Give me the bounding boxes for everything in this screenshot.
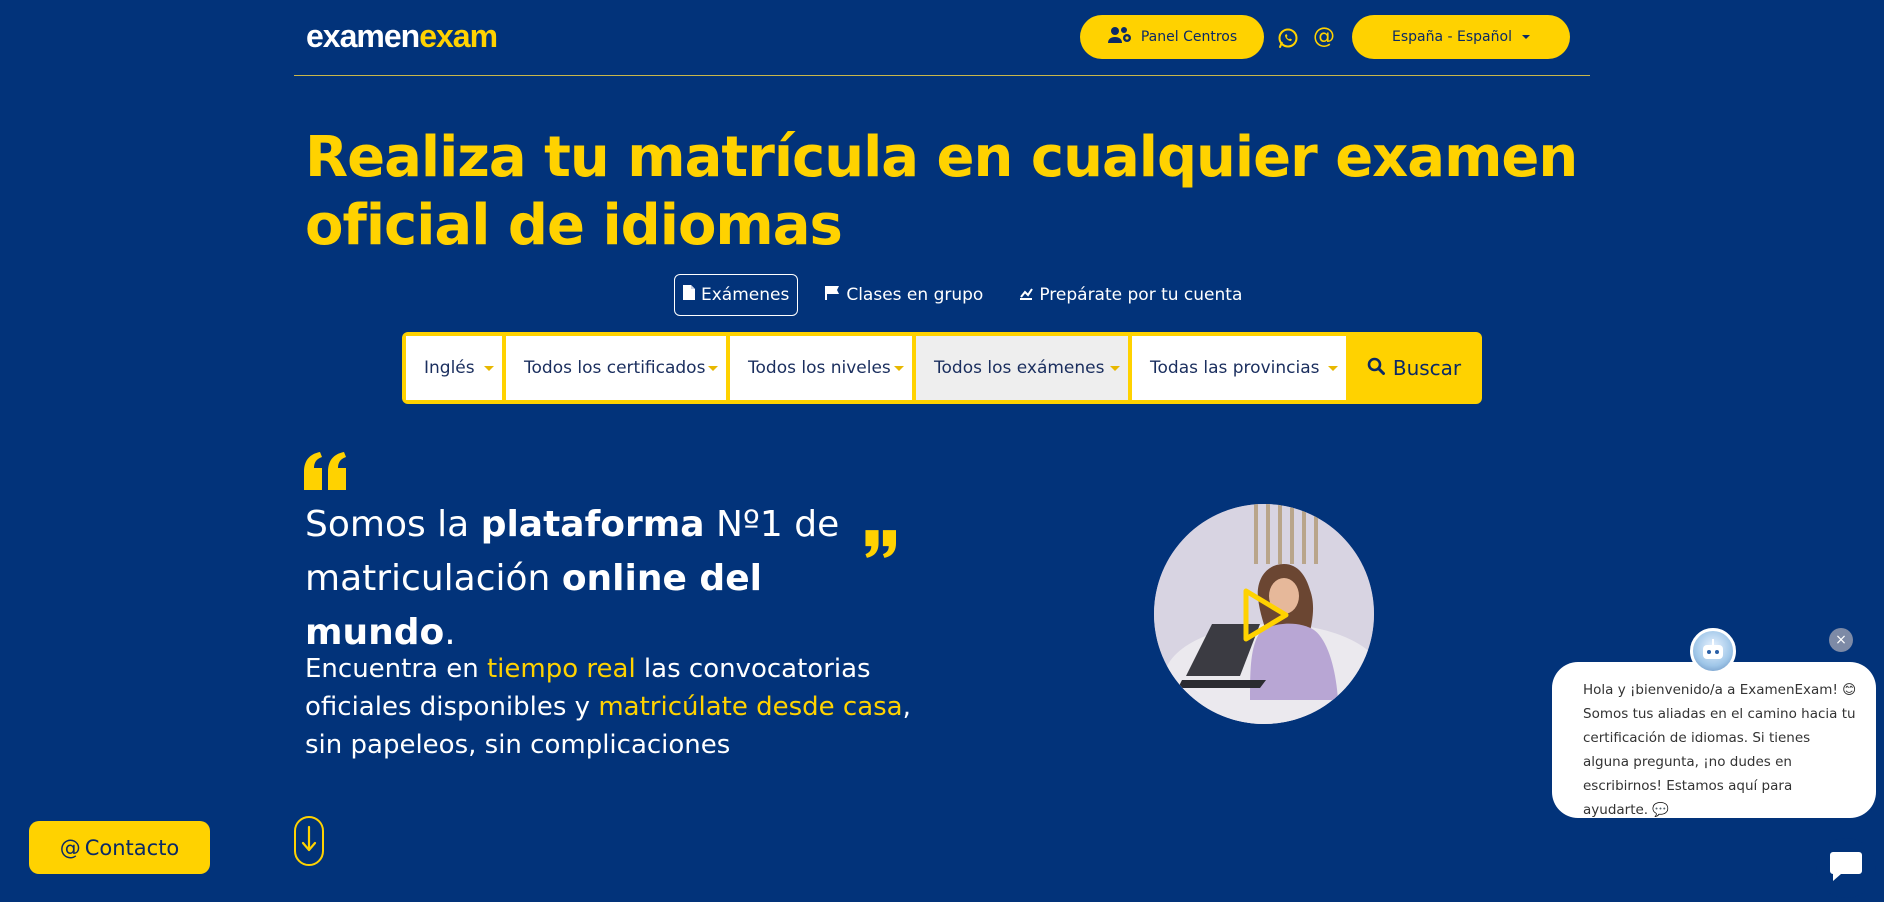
chevron-down-icon [1521, 35, 1530, 39]
whatsapp-icon[interactable] [1276, 26, 1300, 50]
document-icon [683, 285, 695, 305]
chevron-down-icon [894, 366, 904, 371]
chat-welcome-bubble[interactable]: Hola y ¡bienvenido/a a ExamenExam! 😊 Som… [1552, 662, 1876, 818]
sub-highlight: tiempo real [486, 654, 636, 684]
chevron-down-icon [1110, 366, 1120, 371]
chevron-down-icon [708, 366, 718, 371]
sub-description: Encuentra en tiempo real las convocatori… [305, 650, 925, 764]
province-select-value: Todas las provincias [1150, 358, 1320, 378]
logo-text-2: exam [419, 18, 498, 54]
chart-icon [1019, 285, 1034, 305]
chevron-down-icon [484, 366, 494, 371]
sub-text: Encuentra en [305, 654, 487, 684]
tagline-bold: plataforma [480, 504, 705, 545]
panel-centros-button[interactable]: Panel Centros [1080, 15, 1264, 59]
search-button-label: Buscar [1392, 356, 1462, 380]
site-header: examenexam Panel Centros @ España - Espa… [294, 0, 1590, 76]
scroll-down-button[interactable] [294, 816, 324, 866]
quote-close-icon [864, 530, 896, 562]
logo[interactable]: examenexam [306, 18, 498, 55]
tab-examenes-label: Exámenes [701, 285, 790, 305]
level-select-value: Todos los niveles [748, 358, 891, 378]
contact-label: Contacto [84, 835, 180, 860]
at-icon: @ [59, 835, 81, 860]
chat-message: Hola y ¡bienvenido/a a ExamenExam! 😊 Som… [1583, 682, 1857, 818]
tagline-text: Somos la [305, 504, 481, 545]
panel-centros-label: Panel Centros [1140, 29, 1238, 45]
exam-select[interactable]: Todos los exámenes [916, 336, 1128, 400]
exam-search-bar: Inglés Todos los certificados Todos los … [402, 332, 1482, 404]
users-cog-icon [1107, 26, 1133, 48]
province-select[interactable]: Todas las provincias [1132, 336, 1346, 400]
flag-icon [825, 285, 840, 305]
contact-button[interactable]: @ Contacto [29, 821, 210, 874]
search-mode-tabs: Exámenes Clases en grupo Prepárate por t… [674, 274, 1251, 316]
tab-preparate-label: Prepárate por tu cuenta [1039, 285, 1243, 305]
chat-icon [1829, 850, 1863, 886]
level-select[interactable]: Todos los niveles [730, 336, 912, 400]
email-at-icon[interactable]: @ [1312, 24, 1336, 49]
robot-icon [1703, 639, 1723, 659]
language-selector[interactable]: España - Español [1352, 15, 1570, 59]
chat-avatar [1690, 628, 1736, 674]
chat-close-button[interactable]: × [1829, 628, 1853, 652]
language-select-value: Inglés [424, 358, 475, 378]
certificate-select-value: Todos los certificados [524, 358, 706, 378]
tab-examenes[interactable]: Exámenes [674, 274, 799, 316]
language-select[interactable]: Inglés [406, 336, 502, 400]
quote-open-icon [304, 452, 348, 494]
exam-select-value: Todos los exámenes [934, 358, 1105, 378]
tab-preparate[interactable]: Prepárate por tu cuenta [1010, 274, 1251, 316]
sub-highlight: matricúlate desde casa [598, 692, 903, 722]
search-button[interactable]: Buscar [1350, 336, 1478, 400]
page-title: Realiza tu matrícula en cualquier examen… [305, 125, 1578, 258]
arrow-down-icon [301, 825, 317, 857]
tagline-text: . [444, 612, 456, 653]
language-label: España - Español [1392, 29, 1512, 45]
certificate-select[interactable]: Todos los certificados [506, 336, 726, 400]
logo-text-1: examen [306, 18, 420, 54]
play-icon[interactable] [1240, 586, 1292, 648]
chat-launcher-button[interactable] [1816, 838, 1876, 898]
tab-clases-en-grupo[interactable]: Clases en grupo [816, 274, 992, 316]
chevron-down-icon [1328, 366, 1338, 371]
tagline: Somos la plataforma Nº1 de matriculación… [305, 498, 905, 660]
search-icon [1367, 356, 1385, 380]
tab-clases-label: Clases en grupo [846, 285, 984, 305]
